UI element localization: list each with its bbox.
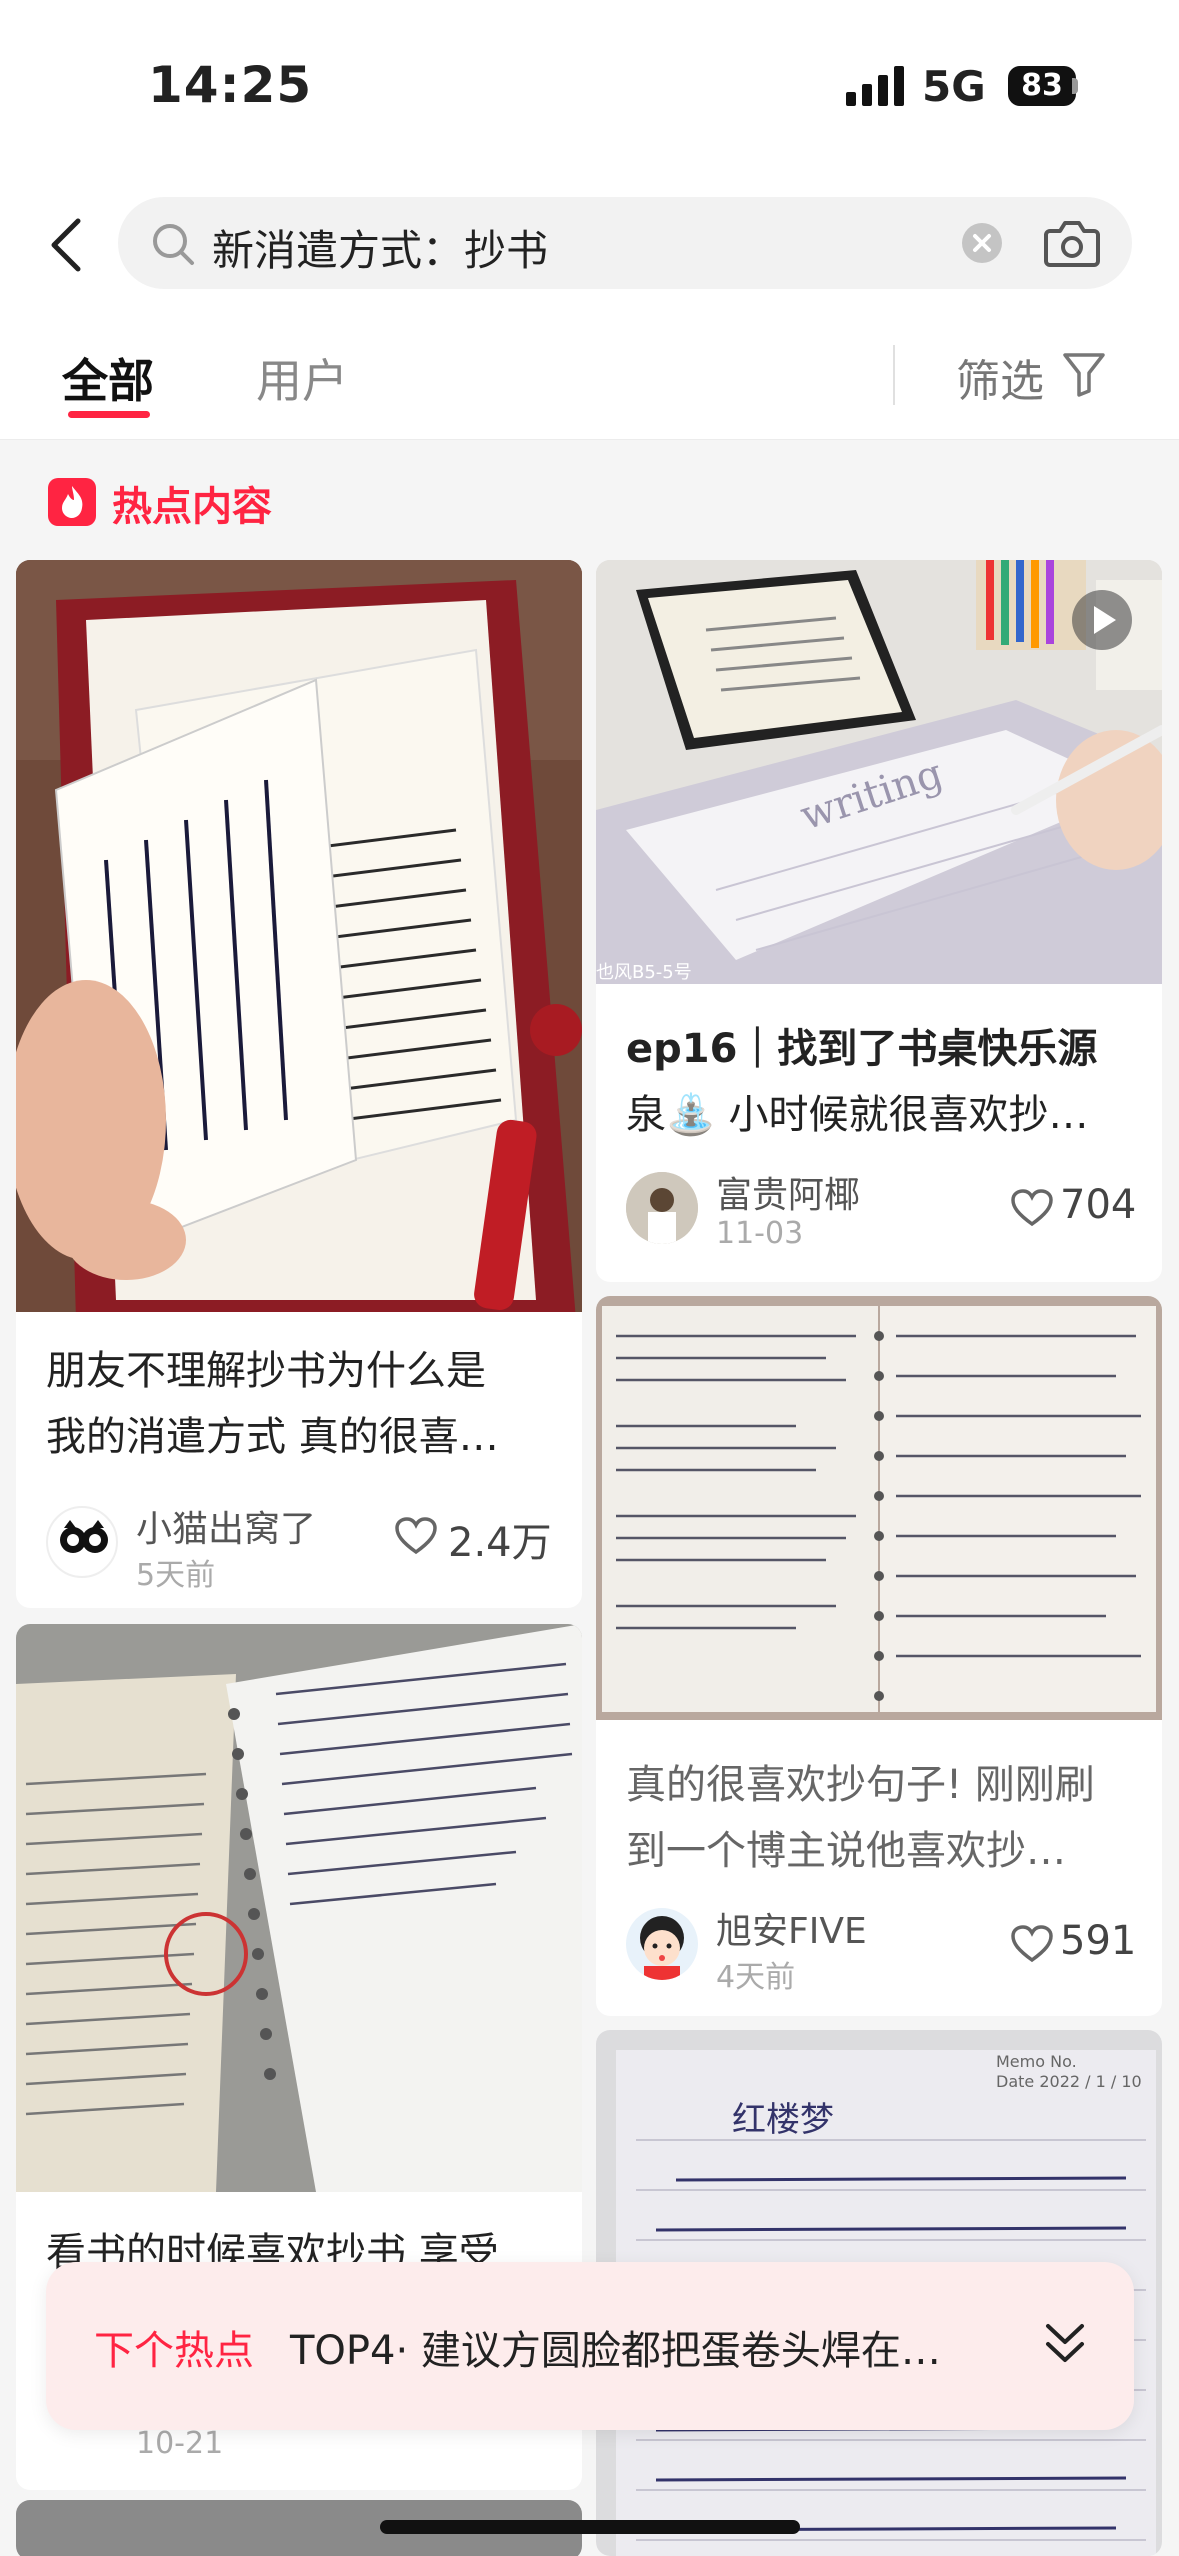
chevron-double-down-icon[interactable] <box>1042 2316 1088 2372</box>
camera-icon[interactable] <box>1044 217 1100 269</box>
like-count: 2.4万 <box>448 1520 552 1566</box>
author-avatar[interactable] <box>626 1908 698 1980</box>
note-title-line1: ep16｜找到了书桌快乐源 <box>626 1026 1098 1072</box>
search-header: 新消遣方式：抄书 <box>0 175 1179 315</box>
search-query-text: 新消遣方式：抄书 <box>212 226 549 275</box>
like-count: 704 <box>1060 1182 1137 1228</box>
note-cover-image: writing <box>596 560 1162 984</box>
status-time: 14:25 <box>148 56 313 114</box>
note-date: 4天前 <box>716 1960 796 1995</box>
handwritten-heading: 红楼梦 <box>732 2100 834 2140</box>
author-name[interactable]: 小猫出窝了 <box>136 1500 316 1552</box>
heart-icon[interactable] <box>1010 1924 1054 1964</box>
note-card[interactable]: writing 也风B5-5号 ep16｜找到了书桌快乐源 泉⛲ 小时候就很喜欢… <box>596 560 1162 1282</box>
signal-icon <box>846 66 904 106</box>
clear-icon[interactable] <box>962 223 1002 263</box>
note-title-line2: 到一个博主说他喜欢抄… <box>626 1828 1066 1874</box>
hot-content-header: 热点内容 <box>0 440 1179 560</box>
note-card[interactable]: 真的很喜欢抄句子! 刚刚刷 到一个博主说他喜欢抄… 旭安FIVE 4天前 591 <box>596 1296 1162 2016</box>
filter-button[interactable]: 筛选 <box>956 345 1044 409</box>
note-title-line2: 我的消遣方式 真的很喜… <box>46 1414 499 1460</box>
author-avatar[interactable] <box>626 1172 698 1244</box>
note-title-line1: 朋友不理解抄书为什么是 <box>46 1348 486 1394</box>
search-input[interactable]: 新消遣方式：抄书 <box>118 197 1132 289</box>
note-date: 5天前 <box>136 1558 216 1593</box>
note-title-line1: 真的很喜欢抄句子! 刚刚刷 <box>626 1762 1095 1808</box>
tab-user[interactable]: 用户 <box>256 345 348 411</box>
flame-icon <box>48 478 96 526</box>
next-hot-banner[interactable]: 下个热点 TOP4· 建议方圆脸都把蛋卷头焊在… <box>46 2262 1134 2430</box>
author-avatar[interactable] <box>46 1506 118 1578</box>
heart-icon[interactable] <box>1010 1188 1054 1228</box>
memo-date: Date 2022 / 1 / 10 <box>996 2072 1142 2091</box>
note-cover-image <box>16 560 582 1312</box>
next-hot-text: TOP4· 建议方圆脸都把蛋卷头焊在… <box>290 2328 941 2374</box>
image-caption: 也风B5-5号 <box>596 962 692 983</box>
battery-tip <box>1072 78 1078 94</box>
next-hot-tag: 下个热点 <box>94 2328 254 2374</box>
note-title-line2: 泉⛲ 小时候就很喜欢抄… <box>626 1092 1089 1138</box>
search-icon <box>153 224 194 265</box>
filter-icon[interactable] <box>1062 351 1106 397</box>
tab-divider <box>893 345 895 405</box>
search-results-page: 14:25 5G 83 新消遣方式：抄书 全部 用户 筛选 热点内容 朋友不理解… <box>0 0 1179 2556</box>
tab-active-underline <box>68 411 150 418</box>
like-count: 591 <box>1060 1918 1137 1964</box>
note-card[interactable]: 朋友不理解抄书为什么是 我的消遣方式 真的很喜… 小猫出窝了 5天前 2.4万 <box>16 560 582 1608</box>
battery-icon: 83 <box>1008 66 1076 106</box>
result-tabs: 全部 用户 筛选 <box>0 315 1179 440</box>
heart-icon[interactable] <box>394 1516 438 1556</box>
author-name[interactable]: 旭安FIVE <box>716 1902 867 1954</box>
note-cover-image <box>16 1624 582 2192</box>
back-icon[interactable] <box>44 215 94 275</box>
memo-label: Memo No. <box>996 2052 1077 2071</box>
note-cover-image <box>596 1296 1162 1720</box>
author-name[interactable]: 富贵阿椰 <box>716 1166 860 1218</box>
home-indicator <box>380 2520 800 2534</box>
note-date: 11-03 <box>716 1216 804 1251</box>
tab-all[interactable]: 全部 <box>62 345 154 411</box>
note-date: 10-21 <box>136 2426 224 2461</box>
network-type: 5G <box>922 62 986 111</box>
hot-content-title: 热点内容 <box>112 484 272 530</box>
status-bar: 14:25 5G 83 <box>0 0 1179 175</box>
